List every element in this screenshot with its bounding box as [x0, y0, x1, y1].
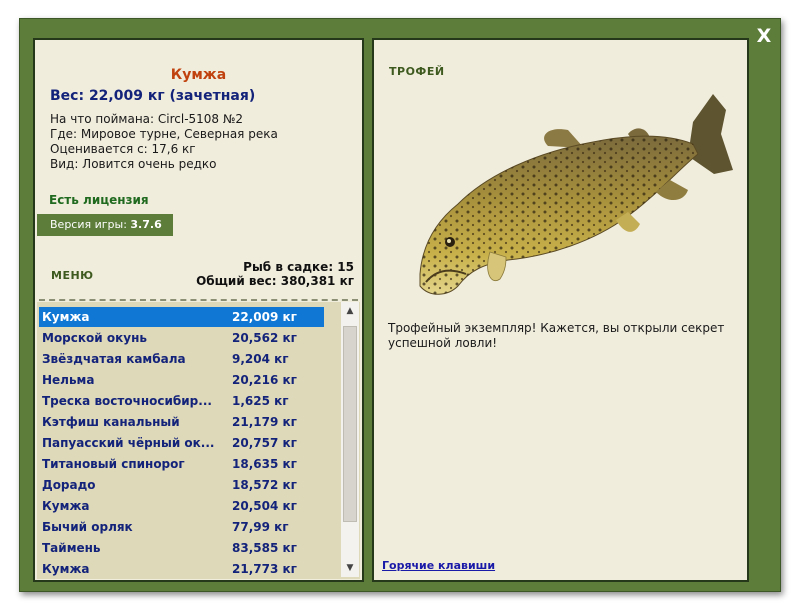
fish-list-row[interactable]: Кумжа 22,009 кг	[39, 307, 324, 327]
keepnet-total-weight: Общий вес: 380,381 кг	[196, 274, 354, 288]
fish-list-row[interactable]: Треска восточносибир... 1,625 кг	[39, 391, 324, 411]
fish-list-row[interactable]: Кэтфиш канальный 21,179 кг	[39, 412, 324, 432]
value-line: Оценивается с: 17,6 кг	[50, 142, 196, 156]
rarity-line: Вид: Ловится очень редко	[50, 157, 217, 171]
license-status: Есть лицензия	[49, 193, 149, 207]
fish-list-weight: 9,204 кг	[232, 352, 289, 366]
fish-list-name: Таймень	[42, 541, 101, 555]
fish-list-row[interactable]: Нельма 20,216 кг	[39, 370, 324, 390]
fish-list-name: Звёздчатая камбала	[42, 352, 186, 366]
caught-on-line: На что поймана: Circl-5108 №2	[50, 112, 243, 126]
fish-list-name: Морской окунь	[42, 331, 147, 345]
divider	[39, 299, 358, 301]
fish-list-row[interactable]: Кумжа 21,773 кг	[39, 559, 324, 579]
close-button[interactable]: X	[753, 26, 775, 46]
fish-name: Кумжа	[170, 67, 227, 83]
fish-list-row[interactable]: Бычий орляк 77,99 кг	[39, 517, 324, 537]
fish-list-row[interactable]: Титановый спинорог 18,635 кг	[39, 454, 324, 474]
brown-trout-image	[419, 94, 733, 295]
fish-list-weight: 21,773 кг	[232, 562, 297, 576]
fish-list-name: Папуасский чёрный ок...	[42, 436, 215, 450]
fish-list-row[interactable]: Кумжа 20,504 кг	[39, 496, 324, 516]
fish-list-row[interactable]: Морской окунь 20,562 кг	[39, 328, 324, 348]
fish-list-weight: 20,504 кг	[232, 499, 297, 513]
menu-button[interactable]: МЕНЮ	[51, 269, 94, 282]
fish-weight: Вес: 22,009 кг (зачетная)	[50, 88, 256, 104]
fish-list-weight: 18,572 кг	[232, 478, 297, 492]
fish-list-weight: 20,562 кг	[232, 331, 297, 345]
scroll-down-icon[interactable]: ▼	[341, 559, 359, 577]
fish-list-name: Титановый спинорог	[42, 457, 185, 471]
fish-list-row[interactable]: Таймень 83,585 кг	[39, 538, 324, 558]
fish-list-name: Бычий орляк	[42, 520, 133, 534]
fish-list-name: Кумжа	[42, 310, 90, 324]
fish-list-weight: 21,179 кг	[232, 415, 297, 429]
fish-info-panel: Кумжа Вес: 22,009 кг (зачетная) На что п…	[33, 38, 364, 582]
fish-list[interactable]: Кумжа 22,009 кг Морской окунь 20,562 кг Звёз…	[37, 302, 360, 579]
version-value: 3.7.6	[130, 218, 162, 231]
fish-list-weight: 20,757 кг	[232, 436, 297, 450]
fish-list-weight: 18,635 кг	[232, 457, 297, 471]
location-line: Где: Мировое турне, Северная река	[50, 127, 278, 141]
fish-list-name: Нельма	[42, 373, 95, 387]
scroll-up-icon[interactable]: ▲	[341, 302, 359, 320]
fish-list-weight: 77,99 кг	[232, 520, 289, 534]
list-scrollbar[interactable]: ▲ ▼	[341, 302, 359, 577]
fish-list-name: Дорадо	[42, 478, 96, 492]
fish-list-weight: 22,009 кг	[232, 310, 297, 324]
fish-list-name: Треска восточносибир...	[42, 394, 212, 408]
fish-list-name: Кумжа	[42, 499, 90, 513]
scroll-thumb[interactable]	[343, 326, 357, 522]
fish-list-row[interactable]: Дорадо 18,572 кг	[39, 475, 324, 495]
trophy-description: Трофейный экземпляр! Кажется, вы открыли…	[388, 321, 725, 350]
fish-list-weight: 1,625 кг	[232, 394, 289, 408]
fish-list-weight: 20,216 кг	[232, 373, 297, 387]
fish-list-name: Кумжа	[42, 562, 90, 576]
fish-list-name: Кэтфиш канальный	[42, 415, 180, 429]
hotkeys-link[interactable]: Горячие клавиши	[382, 559, 495, 572]
version-label: Версия игры:	[50, 218, 131, 231]
fish-list-weight: 83,585 кг	[232, 541, 297, 555]
fish-list-row[interactable]: Звёздчатая камбала 9,204 кг	[39, 349, 324, 369]
version-badge: Версия игры: 3.7.6	[37, 214, 173, 236]
trophy-panel: ТРОФЕЙ Трофейный экземпляр! Кажется, вы …	[372, 38, 749, 582]
fish-list-row[interactable]: Папуасский чёрный ок... 20,757 кг	[39, 433, 324, 453]
keepnet-count: Рыб в садке: 15	[243, 260, 354, 274]
